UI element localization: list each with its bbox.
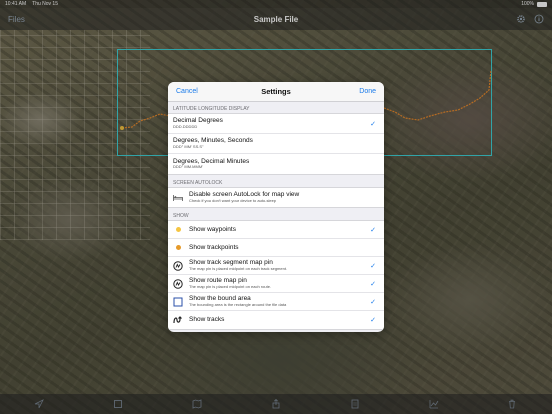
option-label: Show waypoints [189, 225, 236, 233]
bed-icon [173, 193, 183, 203]
option-format: DDD° MM' SS.S" [173, 143, 204, 149]
autolock-options: Disable screen AutoLock for map view Che… [168, 187, 384, 208]
show-options: Show waypoints ✓ Show trackpoints Show t… [168, 220, 384, 330]
checkmark-icon: ✓ [370, 120, 376, 128]
done-button[interactable]: Done [359, 88, 376, 95]
option-format: DDD° MM.MMM' [173, 164, 203, 170]
option-show-trackpoints[interactable]: Show trackpoints [168, 239, 384, 257]
option-description: The bounding area is the rectangle aroun… [189, 301, 287, 307]
option-label: Degrees, Minutes, Seconds [173, 137, 253, 145]
option-label: Show tracks [189, 316, 225, 324]
option-label: Decimal Degrees [173, 117, 223, 125]
tracks-icon [173, 315, 183, 325]
checkmark-icon: ✓ [370, 262, 376, 270]
option-degrees-minutes-seconds[interactable]: Degrees, Minutes, Seconds DDD° MM' SS.S" [168, 134, 384, 154]
option-format: DDD.DDDDD [173, 123, 198, 129]
track-pin-icon [173, 260, 183, 271]
option-show-waypoints[interactable]: Show waypoints ✓ [168, 221, 384, 239]
option-degrees-decimal-minutes[interactable]: Degrees, Decimal Minutes DDD° MM.MMM' [168, 154, 384, 174]
checkmark-icon: ✓ [370, 317, 376, 324]
option-description: The map pin is placed midpoint on each r… [189, 283, 272, 289]
section-header-show: SHOW [173, 213, 189, 219]
checkmark-icon: ✓ [370, 298, 376, 306]
option-disable-autolock[interactable]: Disable screen AutoLock for map view Che… [168, 188, 384, 207]
option-decimal-degrees[interactable]: Decimal Degrees DDD.DDDDD ✓ [168, 114, 384, 134]
cancel-button[interactable]: Cancel [176, 88, 198, 95]
settings-sheet: Cancel Settings Done LATITUDE LONGITUDE … [168, 82, 384, 332]
option-label: Degrees, Decimal Minutes [173, 157, 250, 165]
checkmark-icon: ✓ [370, 280, 376, 288]
section-header-lat-long: LATITUDE LONGITUDE DISPLAY [173, 106, 250, 112]
section-header-autolock: SCREEN AUTOLOCK [173, 180, 223, 186]
trackpoint-dot-icon [173, 243, 183, 253]
waypoint-dot-icon [173, 225, 183, 235]
option-description: The map pin is placed midpoint on each t… [189, 265, 288, 271]
option-label: Show trackpoints [189, 243, 239, 251]
option-show-route-pin[interactable]: Show route map pin The map pin is placed… [168, 275, 384, 293]
option-show-tracks[interactable]: Show tracks ✓ [168, 311, 384, 329]
sheet-title: Settings [261, 87, 291, 96]
bound-square-icon [173, 297, 183, 307]
route-pin-icon [173, 278, 183, 289]
checkmark-icon: ✓ [370, 226, 376, 234]
option-description: Check if you don't want your device to a… [189, 197, 277, 203]
sheet-header: Cancel Settings Done [168, 82, 384, 102]
option-show-track-segment-pin[interactable]: Show track segment map pin The map pin i… [168, 257, 384, 275]
option-show-bound-area[interactable]: Show the bound area The bounding area is… [168, 293, 384, 311]
lat-long-options: Decimal Degrees DDD.DDDDD ✓ Degrees, Min… [168, 113, 384, 175]
